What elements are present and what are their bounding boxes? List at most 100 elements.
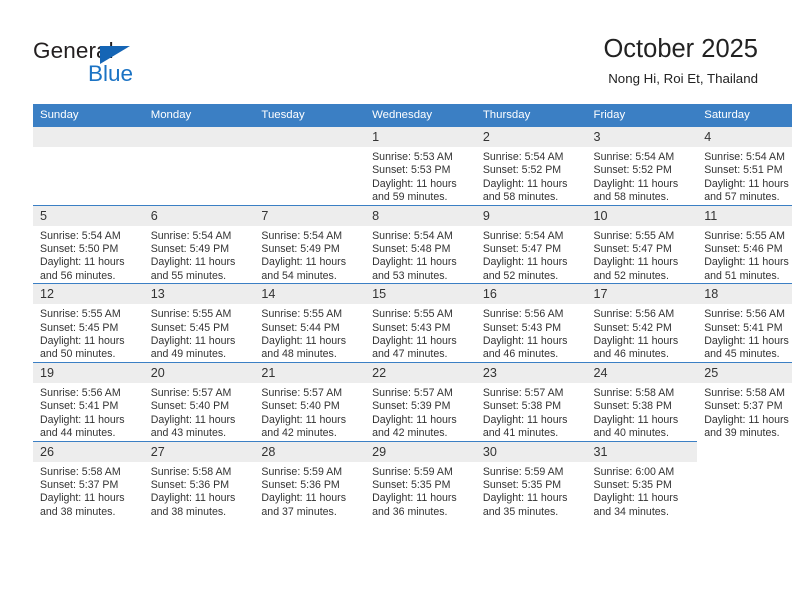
day-number	[143, 127, 255, 147]
calendar-day-cell[interactable]: 2 Sunrise: 5:54 AM Sunset: 5:52 PM Daylight…	[475, 126, 587, 206]
calendar-day-cell[interactable]: 7 Sunrise: 5:54 AM Sunset: 5:49 PM Daylight…	[254, 204, 366, 284]
daylight-text: Daylight: 11 hours and 54 minutes.	[261, 256, 347, 282]
day-number	[254, 127, 366, 147]
calendar-day-cell[interactable]: 25 Sunrise: 5:58 AM Sunset: 5:37 PM Dayligh…	[697, 361, 792, 441]
day-number: 14	[254, 284, 366, 305]
calendar-day-cell[interactable]: 6 Sunrise: 5:54 AM Sunset: 5:49 PM Daylight…	[143, 204, 255, 284]
calendar-day-cell[interactable]: 14 Sunrise: 5:55 AM Sunset: 5:44 PM Dayligh…	[254, 283, 366, 363]
sunset-text: Sunset: 5:36 PM	[150, 478, 230, 491]
sunrise-text: Sunrise: 5:54 AM	[482, 229, 564, 242]
sunset-text: Sunset: 5:43 PM	[482, 321, 562, 334]
sunrise-text: Sunrise: 5:55 AM	[704, 229, 785, 242]
day-details: Sunrise: 5:54 AM Sunset: 5:51 PM Daylight:…	[697, 147, 792, 205]
calendar-day-cell[interactable]: 22 Sunrise: 5:57 AM Sunset: 5:39 PM Dayligh…	[365, 361, 476, 441]
day-details: Sunrise: 5:54 AM Sunset: 5:52 PM Daylight:…	[476, 147, 587, 205]
sunrise-text: Sunrise: 5:55 AM	[261, 308, 343, 321]
day-details: Sunrise: 5:57 AM Sunset: 5:39 PM Daylight:…	[365, 383, 476, 441]
calendar-day-cell[interactable]: 12 Sunrise: 5:55 AM Sunset: 5:45 PM Dayligh…	[33, 283, 144, 363]
daylight-text: Daylight: 11 hours and 34 minutes.	[593, 492, 679, 518]
day-number: 2	[475, 127, 587, 147]
daylight-text: Daylight: 11 hours and 59 minutes.	[372, 177, 457, 204]
sunset-text: Sunset: 5:46 PM	[704, 243, 783, 256]
sunrise-text: Sunrise: 5:58 AM	[593, 386, 675, 399]
calendar-day-cell[interactable]: 26 Sunrise: 5:58 AM Sunset: 5:37 PM Dayligh…	[33, 440, 144, 520]
calendar-day-cell[interactable]: 23 Sunrise: 5:57 AM Sunset: 5:38 PM Dayligh…	[475, 361, 587, 441]
daylight-text: Daylight: 11 hours and 43 minutes.	[150, 413, 236, 440]
day-details: Sunrise: 5:58 AM Sunset: 5:36 PM Daylight:…	[144, 462, 255, 520]
calendar-empty-cell	[254, 126, 366, 206]
calendar-day-cell[interactable]: 5 Sunrise: 5:54 AM Sunset: 5:50 PM Daylight…	[33, 204, 144, 284]
sunrise-text: Sunrise: 5:58 AM	[40, 465, 121, 478]
day-number: 25	[697, 362, 792, 383]
daylight-text: Daylight: 11 hours and 56 minutes.	[40, 256, 125, 282]
day-details: Sunrise: 5:54 AM Sunset: 5:48 PM Daylight:…	[365, 226, 476, 284]
sunrise-text: Sunrise: 5:59 AM	[372, 465, 453, 478]
calendar-header-row: Sunday Monday Tuesday Wednesday Thursday Frid…	[33, 104, 792, 127]
calendar-day-cell[interactable]: 17 Sunrise: 5:56 AM Sunset: 5:42 PM Dayligh…	[586, 283, 698, 363]
calendar-day-cell[interactable]: 29 Sunrise: 5:59 AM Sunset: 5:35 PM Dayligh…	[365, 440, 476, 520]
calendar-day-cell[interactable]: 31 Sunrise: 6:00 AM Sunset: 5:35 PM Dayligh…	[586, 440, 698, 520]
calendar-day-cell[interactable]: 3 Sunrise: 5:54 AM Sunset: 5:52 PM Daylight…	[586, 126, 698, 206]
page-title: October 2025	[603, 35, 758, 63]
calendar-day-cell[interactable]: 16 Sunrise: 5:56 AM Sunset: 5:43 PM Dayligh…	[475, 283, 587, 363]
daylight-text: Daylight: 11 hours and 42 minutes.	[261, 413, 347, 440]
calendar-day-cell[interactable]: 20 Sunrise: 5:57 AM Sunset: 5:40 PM Dayligh…	[143, 361, 255, 441]
calendar-day-cell[interactable]: 8 Sunrise: 5:54 AM Sunset: 5:48 PM Daylight…	[365, 204, 476, 284]
sunset-text: Sunset: 5:40 PM	[150, 400, 230, 413]
sunset-text: Sunset: 5:39 PM	[372, 400, 451, 413]
day-number: 11	[697, 205, 792, 226]
day-number: 28	[254, 441, 366, 462]
sunrise-text: Sunrise: 5:54 AM	[150, 229, 232, 242]
calendar-day-cell[interactable]: 18 Sunrise: 5:56 AM Sunset: 5:41 PM Dayligh…	[697, 283, 792, 363]
day-number: 10	[586, 205, 698, 226]
day-details: Sunrise: 5:55 AM Sunset: 5:47 PM Daylight:…	[587, 226, 698, 284]
calendar-day-cell[interactable]: 24 Sunrise: 5:58 AM Sunset: 5:38 PM Dayligh…	[586, 361, 698, 441]
sunset-text: Sunset: 5:48 PM	[372, 243, 451, 256]
sunset-text: Sunset: 5:45 PM	[150, 321, 230, 334]
sunset-text: Sunset: 5:50 PM	[40, 243, 119, 256]
sunrise-text: Sunrise: 5:57 AM	[482, 386, 564, 399]
weekday-header-tuesday: Tuesday	[254, 104, 366, 127]
day-details: Sunrise: 5:56 AM Sunset: 5:41 PM Daylight:…	[697, 304, 792, 362]
sunset-text: Sunset: 5:47 PM	[593, 243, 672, 256]
day-number: 26	[33, 441, 144, 462]
day-number: 22	[365, 362, 476, 383]
day-number: 24	[586, 362, 698, 383]
day-number: 8	[365, 205, 476, 226]
day-number: 6	[143, 205, 255, 226]
calendar-day-cell[interactable]: 21 Sunrise: 5:57 AM Sunset: 5:40 PM Dayligh…	[254, 361, 366, 441]
calendar-day-cell[interactable]: 1 Sunrise: 5:53 AM Sunset: 5:53 PM Daylight…	[365, 126, 476, 206]
calendar-day-cell[interactable]: 19 Sunrise: 5:56 AM Sunset: 5:41 PM Dayligh…	[33, 361, 144, 441]
daylight-text: Daylight: 11 hours and 46 minutes.	[593, 335, 679, 361]
calendar-day-cell[interactable]: 27 Sunrise: 5:58 AM Sunset: 5:36 PM Dayligh…	[143, 440, 255, 520]
calendar-day-cell[interactable]: 30 Sunrise: 5:59 AM Sunset: 5:35 PM Dayligh…	[475, 440, 587, 520]
sunset-text: Sunset: 5:38 PM	[593, 400, 672, 413]
sunrise-text: Sunrise: 5:59 AM	[261, 465, 343, 478]
sunset-text: Sunset: 5:42 PM	[593, 321, 672, 334]
calendar-day-cell[interactable]: 10 Sunrise: 5:55 AM Sunset: 5:47 PM Dayligh…	[586, 204, 698, 284]
calendar-day-cell[interactable]: 28 Sunrise: 5:59 AM Sunset: 5:36 PM Dayligh…	[254, 440, 366, 520]
weekday-headers: Sunday Monday Tuesday Wednesday Thursday Frid…	[33, 104, 792, 127]
general-blue-logo[interactable]: General Blue	[33, 38, 253, 90]
calendar-day-cell[interactable]: 15 Sunrise: 5:55 AM Sunset: 5:43 PM Dayligh…	[365, 283, 476, 363]
page-header: General Blue October 2025 Nong Hi, Roi E…	[0, 0, 792, 100]
sunset-text: Sunset: 5:37 PM	[704, 400, 783, 413]
sunrise-text: Sunrise: 5:56 AM	[704, 308, 785, 321]
day-number: 19	[33, 362, 144, 383]
calendar-day-cell[interactable]: 13 Sunrise: 5:55 AM Sunset: 5:45 PM Dayligh…	[143, 283, 255, 363]
daylight-text: Daylight: 11 hours and 52 minutes.	[482, 256, 568, 282]
calendar-day-cell[interactable]: 11 Sunrise: 5:55 AM Sunset: 5:46 PM Dayligh…	[697, 204, 792, 284]
sunset-text: Sunset: 5:45 PM	[40, 321, 119, 334]
sunset-text: Sunset: 5:35 PM	[482, 478, 562, 491]
calendar-week-row: 5 Sunrise: 5:54 AM Sunset: 5:50 PM Daylight…	[33, 204, 792, 284]
calendar-day-cell[interactable]: 9 Sunrise: 5:54 AM Sunset: 5:47 PM Daylight…	[475, 204, 587, 284]
daylight-text: Daylight: 11 hours and 58 minutes.	[482, 177, 568, 204]
day-details: Sunrise: 5:54 AM Sunset: 5:49 PM Daylight:…	[144, 226, 255, 284]
calendar-week-row: 1 Sunrise: 5:53 AM Sunset: 5:53 PM Daylight…	[33, 126, 792, 206]
day-details: Sunrise: 5:57 AM Sunset: 5:38 PM Daylight:…	[476, 383, 587, 441]
calendar-day-cell[interactable]: 4 Sunrise: 5:54 AM Sunset: 5:51 PM Daylight…	[697, 126, 792, 206]
calendar-grid: Sunday Monday Tuesday Wednesday Thursday Frid…	[33, 104, 792, 520]
sunset-text: Sunset: 5:44 PM	[261, 321, 340, 334]
daylight-text: Daylight: 11 hours and 40 minutes.	[593, 413, 679, 440]
day-number: 13	[143, 284, 255, 305]
